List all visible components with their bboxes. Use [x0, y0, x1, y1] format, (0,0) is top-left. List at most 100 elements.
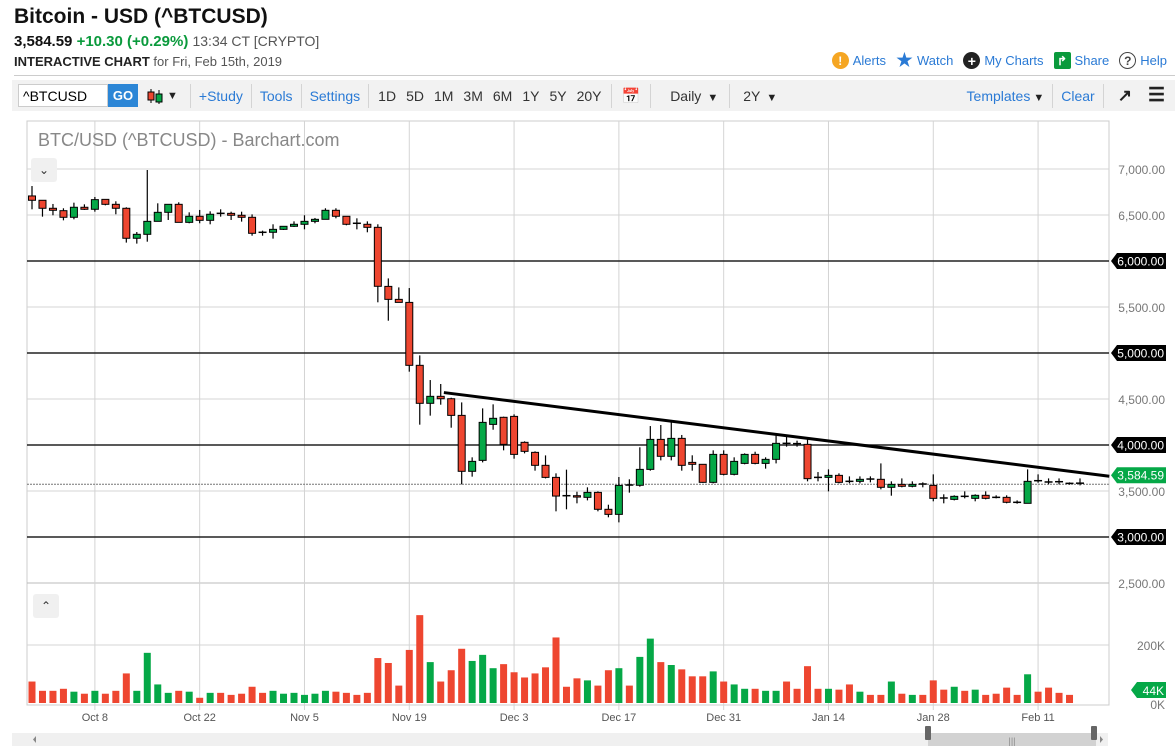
- volume-bar: [332, 692, 339, 703]
- y-tick-label: 2,500.00: [1118, 577, 1165, 591]
- candle-body: [573, 496, 580, 497]
- volume-bar: [500, 664, 507, 703]
- candle-body: [762, 459, 769, 463]
- candles: [29, 170, 1110, 522]
- candle-body: [60, 211, 67, 218]
- candle-body: [825, 475, 832, 477]
- candle-body: [70, 207, 77, 217]
- volume-bar: [689, 676, 696, 703]
- scrollbar: |||: [12, 726, 1108, 746]
- volume-bar: [228, 695, 235, 703]
- volume-bar: [542, 667, 549, 703]
- volume-bar: [1003, 688, 1010, 703]
- volume-bar: [133, 691, 140, 703]
- candle-body: [123, 208, 130, 238]
- volume-bar: [783, 682, 790, 703]
- candle-body: [395, 299, 402, 302]
- candle-body: [773, 443, 780, 459]
- collapse-price-pane-button[interactable]: ⌄: [31, 158, 57, 182]
- candle-body: [647, 439, 654, 469]
- chart-title: BTC/USD (^BTCUSD) - Barchart.com: [38, 130, 339, 151]
- x-tick-label: Dec 31: [706, 712, 741, 724]
- y-tick-label: 3,500.00: [1118, 485, 1165, 499]
- candle-body: [678, 438, 685, 465]
- volume-bar: [720, 682, 727, 703]
- candle-body: [657, 439, 664, 456]
- candle-body: [39, 200, 46, 208]
- candle-body: [710, 454, 717, 482]
- candle-body: [584, 492, 591, 497]
- volume-bar: [70, 692, 77, 703]
- level-tag: 3,000.00: [1111, 529, 1166, 545]
- chart-frame: [27, 121, 1109, 705]
- x-tick-label: Dec 3: [500, 712, 529, 724]
- candle-body: [332, 210, 339, 216]
- volume-bar: [353, 695, 360, 703]
- volume-bar: [364, 693, 371, 703]
- candle-body: [594, 492, 601, 509]
- volume-bar: [835, 690, 842, 703]
- volume-bar: [270, 691, 277, 703]
- price-chart[interactable]: 7,000.006,500.006,000.005,500.005,000.00…: [0, 0, 1175, 751]
- volume-bar: [867, 695, 874, 703]
- candle-body: [133, 234, 140, 238]
- volume-bar: [888, 682, 895, 703]
- candle-body: [951, 496, 958, 499]
- volume-bar: [825, 689, 832, 703]
- volume-bar: [154, 684, 161, 703]
- y-tick-label: 5,500.00: [1118, 301, 1165, 315]
- candle-body: [437, 396, 444, 398]
- volume-bar: [427, 662, 434, 703]
- candle-body: [427, 396, 434, 403]
- volume-bar: [49, 691, 56, 703]
- volume-bar: [615, 668, 622, 703]
- candle-body: [668, 438, 675, 456]
- candle-body: [835, 475, 842, 482]
- candle-body: [270, 229, 277, 232]
- volume-bar: [301, 695, 308, 703]
- candle-body: [165, 204, 172, 212]
- volume-bar: [731, 684, 738, 703]
- candle-body: [416, 365, 423, 403]
- volume-bar: [490, 668, 497, 703]
- volume-bar: [91, 691, 98, 703]
- volume-bar: [291, 693, 298, 703]
- candle-body: [972, 495, 979, 498]
- volume-last-label: 44K: [1143, 684, 1164, 698]
- volume-bar: [919, 695, 926, 703]
- volume-bar: [343, 693, 350, 703]
- volume-bar: [1056, 693, 1063, 703]
- volume-bar: [668, 665, 675, 703]
- level-tag: 6,000.00: [1111, 253, 1166, 269]
- x-tick-label: Oct 8: [82, 712, 108, 724]
- volume-bar: [186, 692, 193, 703]
- candle-body: [720, 454, 727, 474]
- volume-bar: [469, 661, 476, 703]
- candle-body: [877, 479, 884, 487]
- candle-body: [458, 415, 465, 471]
- candle-body: [144, 221, 151, 234]
- volume-bar: [951, 687, 958, 703]
- volume-bar: [1024, 674, 1031, 703]
- x-tick-label: Dec 17: [601, 712, 636, 724]
- candle-body: [249, 217, 256, 233]
- volume-bar: [815, 689, 822, 703]
- candle-body: [81, 207, 88, 209]
- scrollbar-right-handle[interactable]: [1091, 726, 1097, 740]
- volume-bar: [563, 687, 570, 703]
- volume-bar: [448, 670, 455, 703]
- candle-body: [521, 442, 528, 451]
- volume-bar: [626, 686, 633, 703]
- chevron-up-icon: ⌃: [41, 599, 51, 613]
- volume-bar: [29, 682, 36, 703]
- volume-bar: [877, 695, 884, 703]
- volume-bar: [594, 686, 601, 703]
- axes: 7,000.006,500.006,000.005,500.005,000.00…: [82, 163, 1166, 724]
- volume-bar: [741, 689, 748, 703]
- volume-bars: [29, 615, 1074, 703]
- x-tick-label: Feb 11: [1021, 712, 1054, 724]
- candle-body: [175, 204, 182, 222]
- collapse-volume-pane-button[interactable]: ⌃: [33, 594, 59, 618]
- grid: [27, 121, 1109, 710]
- scrollbar-left-handle[interactable]: [925, 726, 931, 740]
